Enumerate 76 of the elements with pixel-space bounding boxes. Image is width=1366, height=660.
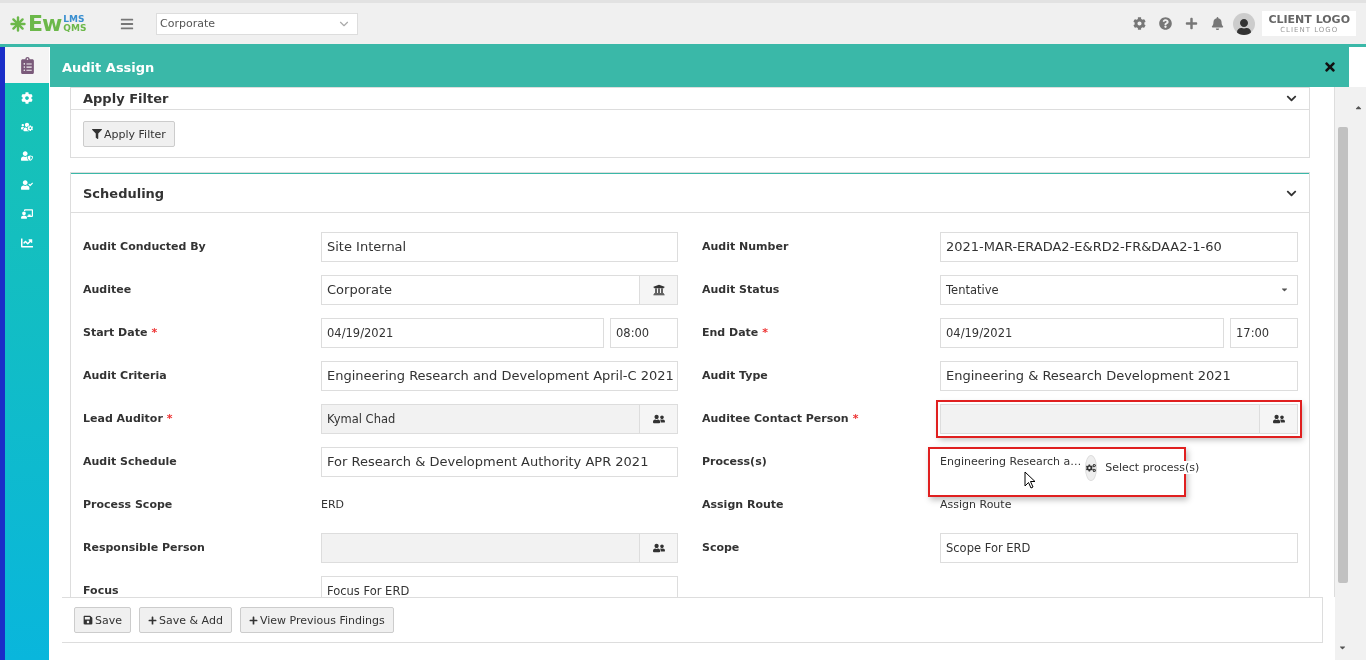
required-mark: * (852, 412, 859, 425)
cursor-icon (1024, 470, 1036, 490)
field-label: Audit Status (702, 283, 780, 296)
field-value: ERD (321, 498, 346, 511)
lookup-field[interactable]: Corporate (321, 274, 678, 305)
chevron-icon[interactable] (1286, 93, 1297, 104)
people-button[interactable] (1259, 404, 1297, 433)
scroll-down-icon[interactable] (1338, 643, 1347, 652)
gears-icon (1086, 462, 1097, 473)
required-mark: * (151, 326, 158, 339)
text-field[interactable]: Focus For ERD (321, 575, 678, 597)
caret-icon (1280, 285, 1289, 294)
field-label: Audit Type (702, 369, 768, 382)
select-process-link[interactable]: Select process(s) (1105, 460, 1200, 474)
plus-icon[interactable] (1185, 17, 1199, 30)
gears-button[interactable] (1085, 454, 1098, 481)
field-label: Focus (83, 584, 119, 597)
people-icon (1272, 412, 1285, 425)
people-icon (652, 541, 665, 554)
people-icon (652, 412, 665, 425)
field-label: Audit Schedule (83, 455, 177, 468)
text-field[interactable]: 2021-MAR-ERADA2-E&RD2-FR&DAA2-1-60 (940, 231, 1298, 262)
plus-icon (248, 615, 258, 625)
field-label: Audit Conducted By (83, 240, 206, 253)
filter-icon (92, 129, 102, 139)
field-label: Responsible Person (83, 541, 205, 554)
field-label: Start Date (83, 326, 148, 339)
field-label: Auditee (83, 283, 132, 296)
scrollbar[interactable] (1335, 87, 1350, 660)
text-field[interactable]: Scope For ERD (940, 532, 1298, 563)
lookup-field[interactable] (321, 532, 678, 563)
lookup-field[interactable]: Kymal Chad (321, 403, 678, 434)
menu-icon[interactable] (120, 16, 134, 31)
time-field[interactable]: 17:00 (1230, 317, 1298, 348)
snowflake-icon (10, 15, 26, 32)
date-field[interactable]: 04/19/2021 (321, 317, 604, 348)
add-button[interactable]: View Previous Findings (239, 607, 394, 633)
bank-icon (652, 283, 665, 296)
add-button[interactable]: Save & Add (139, 607, 232, 633)
field-label: Process(s) (702, 455, 767, 468)
avatar-icon[interactable] (1233, 12, 1256, 35)
field-label: Scope (702, 541, 740, 554)
field-label: Process Scope (83, 498, 173, 511)
required-mark: * (762, 326, 769, 339)
save-icon (83, 615, 93, 625)
plus-icon (148, 615, 157, 625)
field-value: Assign Route (940, 498, 1013, 511)
text-field[interactable]: Engineering & Research Development 2021 (940, 360, 1298, 391)
section-title: Scheduling (83, 185, 165, 201)
bell-icon[interactable] (1211, 17, 1225, 30)
field-label: End Date (702, 326, 759, 339)
settings-icon[interactable] (1133, 17, 1147, 30)
site-select[interactable]: Corporate (156, 12, 358, 35)
section-title: Apply Filter (83, 91, 169, 106)
field-label: Audit Number (702, 240, 789, 253)
text-field[interactable]: Site Internal (321, 231, 678, 262)
apply-filter-button[interactable]: Apply Filter (83, 121, 175, 147)
field-label: Auditee Contact Person (702, 412, 849, 425)
close-icon[interactable] (1323, 60, 1337, 74)
process-value: Engineering Research a… (940, 454, 1082, 468)
field-label: Assign Route (702, 498, 784, 511)
required-mark: * (166, 412, 173, 425)
page-scrollbar[interactable] (1350, 87, 1366, 660)
modal-title: Audit Assign (62, 59, 155, 75)
text-field[interactable]: For Research & Development Authority APR 2021 (321, 446, 678, 477)
status-select[interactable]: Tentative (940, 274, 1298, 305)
clipboard-icon[interactable] (5, 47, 49, 83)
help-icon[interactable] (1159, 17, 1173, 30)
date-field[interactable]: 04/19/2021 (940, 317, 1224, 348)
field-label: Lead Auditor (83, 412, 163, 425)
time-field[interactable]: 08:00 (610, 317, 678, 348)
field-label: Audit Criteria (83, 369, 167, 382)
save-button[interactable]: Save (74, 607, 131, 633)
scroll-up-icon[interactable] (1353, 103, 1363, 112)
text-field[interactable]: Engineering Research and Development April-C 2021 (321, 360, 678, 391)
bank-button[interactable] (639, 275, 677, 304)
